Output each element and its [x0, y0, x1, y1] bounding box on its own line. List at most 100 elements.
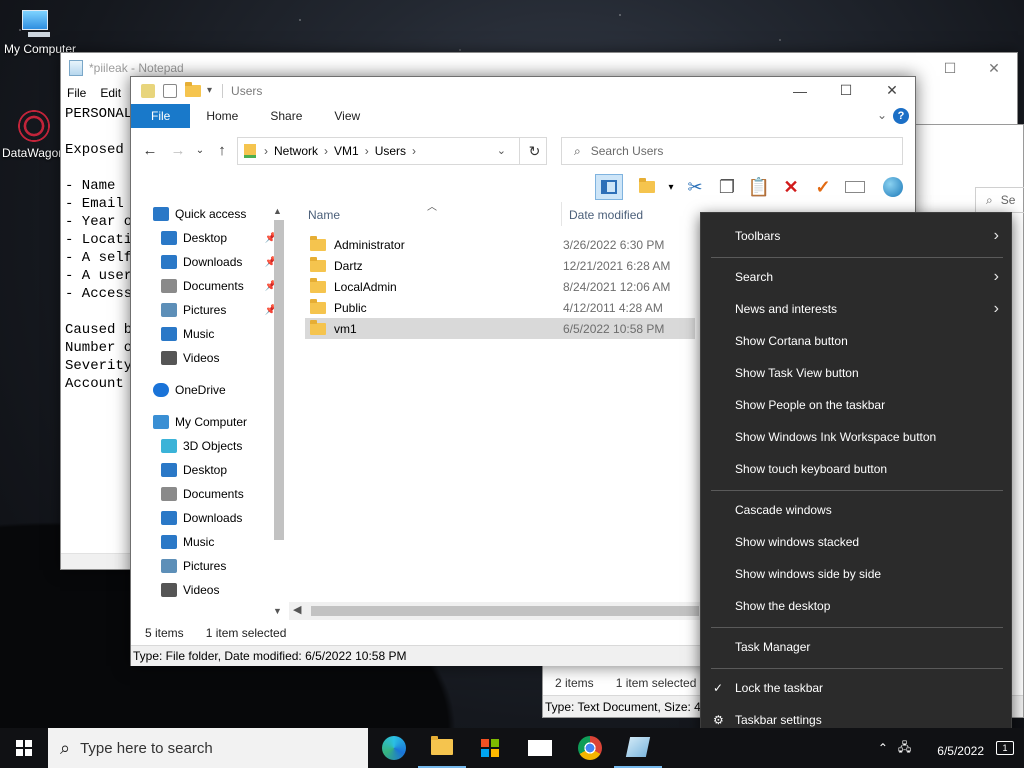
menu-item-show-cortana-button[interactable]: Show Cortana button — [701, 326, 1011, 356]
nav-item-3d-objects[interactable]: 3D Objects — [131, 434, 289, 458]
address-dropdown-icon[interactable]: ⌄ — [497, 144, 506, 157]
refresh-button[interactable]: ↻ — [519, 137, 549, 165]
taskbar-search-box[interactable]: ⌕ Type here to search — [48, 728, 368, 768]
item-count: 2 items — [555, 676, 594, 690]
menu-item-lock-the-taskbar[interactable]: ✓ Lock the taskbar — [701, 673, 1011, 703]
quick-access-dropdown-icon[interactable]: ▾ — [207, 85, 212, 96]
menu-item-show-task-view-button[interactable]: Show Task View button — [701, 358, 1011, 388]
menu-item-show-windows-stacked[interactable]: Show windows stacked — [701, 527, 1011, 557]
minimize-button[interactable]: — — [777, 77, 823, 104]
scroll-down-icon[interactable]: ▼ — [273, 606, 282, 616]
nav-item-my-computer[interactable]: My Computer — [131, 410, 289, 434]
table-row[interactable]: vm1 6/5/2022 10:58 PM — [305, 318, 695, 339]
taskbar-app-file-explorer[interactable] — [418, 728, 466, 768]
nav-item-onedrive[interactable]: OneDrive — [131, 378, 289, 402]
music-icon — [161, 535, 177, 549]
search-input[interactable] — [590, 144, 871, 158]
scrollbar-thumb[interactable] — [274, 220, 284, 540]
nav-item-music[interactable]: Music — [131, 530, 289, 554]
desktop-icon-datawagon[interactable]: DataWagon — [2, 108, 66, 160]
notification-icon[interactable]: 1 — [996, 741, 1014, 755]
maximize-button[interactable]: ☐ — [823, 77, 869, 104]
forward-button[interactable]: → — [167, 142, 189, 159]
table-row[interactable]: Dartz 12/21/2021 6:28 AM — [305, 255, 695, 276]
nav-item-downloads[interactable]: Downloads 📌 — [131, 250, 289, 274]
search-icon: ⌕ — [60, 737, 71, 758]
tab-view[interactable]: View — [318, 104, 376, 128]
rename-button[interactable] — [841, 174, 869, 200]
show-hidden-icons-icon[interactable]: ⌃ — [878, 741, 888, 755]
cut-button[interactable]: ✂ — [681, 174, 709, 200]
scrollbar-thumb[interactable] — [311, 606, 699, 616]
column-header-name[interactable]: Name — [308, 202, 340, 228]
menu-item-cascade-windows[interactable]: Cascade windows — [701, 495, 1011, 525]
tab-share[interactable]: Share — [254, 104, 318, 128]
nav-item-music[interactable]: Music — [131, 322, 289, 346]
nav-item-documents[interactable]: Documents 📌 — [131, 274, 289, 298]
taskbar-app-edge[interactable] — [370, 728, 418, 768]
nav-item-desktop[interactable]: Desktop 📌 — [131, 226, 289, 250]
menu-item-show-touch-keyboard-button[interactable]: Show touch keyboard button — [701, 454, 1011, 484]
scroll-left-icon[interactable]: ◀ — [293, 603, 301, 616]
recent-locations-button[interactable]: ⌄ — [189, 145, 211, 156]
up-button[interactable]: ↑ — [211, 142, 233, 159]
expand-ribbon-icon[interactable]: ⌄ — [877, 108, 887, 122]
navigation-pane-scrollbar[interactable]: ▲ ▼ — [271, 202, 287, 622]
nav-item-pictures[interactable]: Pictures — [131, 554, 289, 578]
table-row[interactable]: LocalAdmin 8/24/2021 12:06 AM — [305, 276, 695, 297]
explorer-titlebar[interactable]: ▾ Users — ☐ ✕ — [131, 77, 915, 104]
tab-file[interactable]: File — [131, 104, 191, 128]
menu-item-search[interactable]: Search › — [701, 262, 1011, 292]
delete-button[interactable]: ✕ — [777, 174, 805, 200]
menu-item-task-manager[interactable]: Task Manager — [701, 632, 1011, 662]
search-box[interactable]: ⌕ — [561, 137, 903, 165]
taskbar-app-notepad[interactable] — [614, 728, 662, 768]
close-button[interactable]: ✕ — [971, 53, 1017, 83]
nav-item-downloads[interactable]: Downloads — [131, 506, 289, 530]
nav-item-desktop[interactable]: Desktop — [131, 458, 289, 482]
menu-item-label: Lock the taskbar — [735, 681, 824, 695]
network-icon[interactable]: 🖧 — [898, 738, 911, 759]
menu-item-show-the-desktop[interactable]: Show the desktop — [701, 591, 1011, 621]
column-header-date[interactable]: Date modified — [569, 202, 643, 228]
menu-file[interactable]: File — [67, 86, 86, 100]
menu-item-label: Show Windows Ink Workspace button — [735, 430, 937, 444]
preview-pane-button[interactable] — [595, 174, 623, 200]
menu-item-news-and-interests[interactable]: News and interests › — [701, 294, 1011, 324]
menu-item-show-windows-side-by-side[interactable]: Show windows side by side — [701, 559, 1011, 589]
desktop-icon-my-computer[interactable]: My Computer — [4, 10, 76, 56]
tab-home[interactable]: Home — [190, 104, 254, 128]
nav-item-videos[interactable]: Videos — [131, 578, 289, 602]
table-row[interactable]: Administrator 3/26/2022 6:30 PM — [305, 234, 695, 255]
menu-item-toolbars[interactable]: Toolbars › — [701, 221, 1011, 251]
breadcrumb-network[interactable]: Network — [274, 144, 318, 158]
nav-item-pictures[interactable]: Pictures 📌 — [131, 298, 289, 322]
copy-button[interactable]: ❐ — [713, 174, 741, 200]
breadcrumb-vm1[interactable]: VM1 — [334, 144, 359, 158]
scroll-up-icon[interactable]: ▲ — [273, 206, 282, 216]
taskbar-app-chrome[interactable] — [566, 728, 614, 768]
clock[interactable]: 6/5/2022 — [937, 738, 984, 758]
close-button[interactable]: ✕ — [869, 77, 915, 104]
maximize-button[interactable]: ☐ — [927, 53, 973, 83]
properties-icon[interactable] — [163, 83, 177, 98]
breadcrumb-users[interactable]: Users — [375, 144, 406, 158]
paste-button[interactable]: 📋 — [745, 174, 773, 200]
back-button[interactable]: ← — [139, 142, 161, 159]
apply-button[interactable]: ✓ — [809, 174, 837, 200]
address-bar[interactable]: › Network › VM1 › Users › ⌄ — [237, 137, 547, 165]
nav-item-videos[interactable]: Videos — [131, 346, 289, 370]
taskbar-app-store[interactable] — [466, 728, 514, 768]
globe-button[interactable] — [879, 174, 907, 200]
search-box-back[interactable]: ⌕ Se — [975, 187, 1024, 213]
start-button[interactable] — [0, 728, 48, 768]
nav-item-quick-access[interactable]: Quick access — [131, 202, 289, 226]
nav-item-documents[interactable]: Documents — [131, 482, 289, 506]
help-icon[interactable]: ? — [893, 108, 909, 124]
table-row[interactable]: Public 4/12/2011 4:28 AM — [305, 297, 695, 318]
new-folder-icon[interactable] — [185, 81, 201, 97]
menu-item-show-windows-ink-workspace-button[interactable]: Show Windows Ink Workspace button — [701, 422, 1011, 452]
menu-item-show-people-on-the-taskbar[interactable]: Show People on the taskbar — [701, 390, 1011, 420]
menu-edit[interactable]: Edit — [100, 86, 121, 100]
taskbar-app-mail[interactable] — [516, 728, 564, 768]
